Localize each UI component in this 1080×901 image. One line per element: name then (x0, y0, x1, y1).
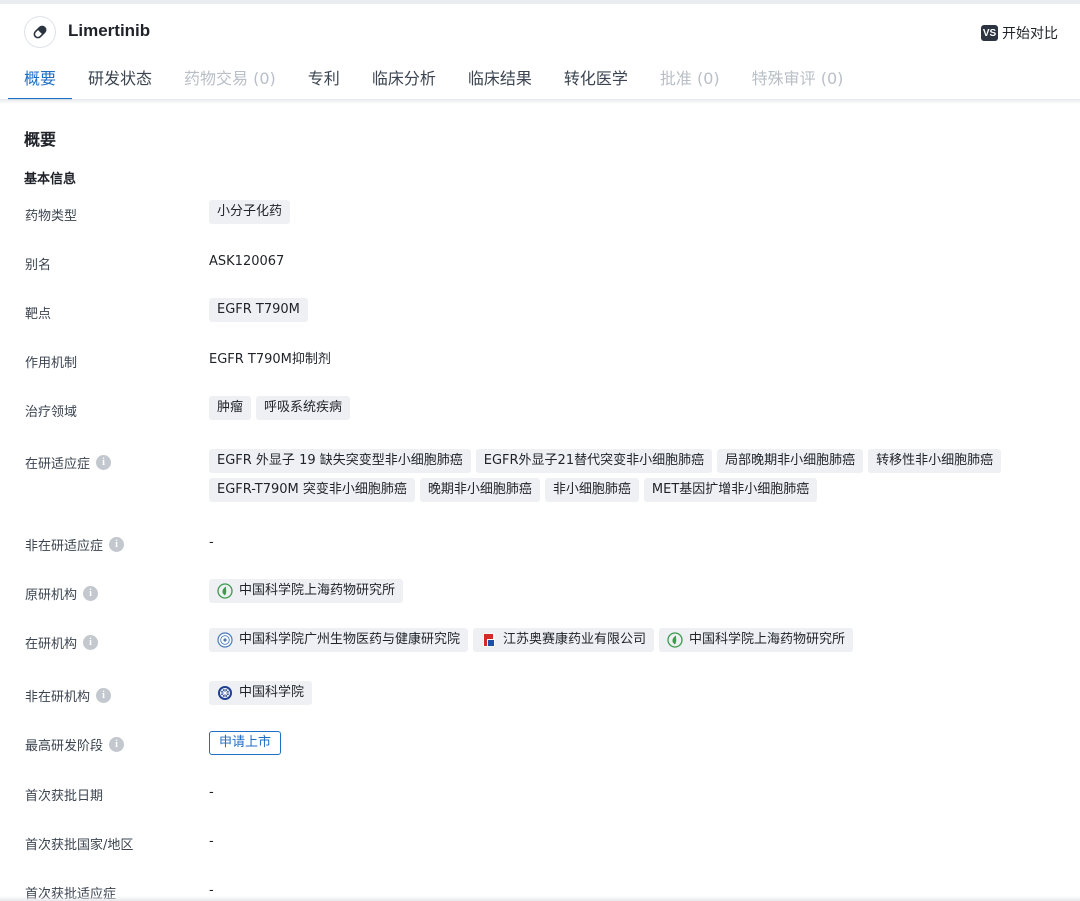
indication-tag[interactable]: 局部晚期非小细胞肺癌 (717, 449, 864, 473)
field-value: - (209, 785, 1059, 800)
indication-tag[interactable]: EGFR外显子21替代突变非小细胞肺癌 (475, 449, 713, 473)
field-label: 药物类型 (25, 209, 78, 224)
field-label-text: 非在研机构 (25, 690, 91, 705)
indication-tag[interactable]: MET基因扩增非小细胞肺癌 (643, 478, 818, 502)
field-value: EGFR T790M抑制剂 (209, 348, 1059, 367)
tab-deals[interactable]: 药物交易 (0) (168, 60, 292, 100)
leaf-logo-icon (217, 583, 233, 599)
field-label: 治疗领域 (25, 405, 78, 420)
indication-tag[interactable]: EGFR 外显子 19 缺失突变型非小细胞肺癌 (209, 449, 471, 473)
org-name: 中国科学院 (239, 685, 305, 700)
field-label: 靶点 (25, 307, 52, 322)
org-tag[interactable]: 中国科学院上海药物研究所 (209, 579, 404, 603)
field-value: 申请上市 (209, 731, 1059, 755)
field-value: 肿瘤 呼吸系统疾病 (209, 396, 1059, 420)
info-icon[interactable]: i (109, 737, 125, 752)
field-value: 中国科学院上海药物研究所 (209, 579, 1059, 603)
leaf-logo-icon (667, 632, 683, 648)
field-value: - (209, 834, 1059, 849)
tab-special-review[interactable]: 特殊审评 (0) (736, 60, 860, 100)
field-label: 别名 (25, 258, 52, 273)
field-label-text: 非在研适应症 (25, 539, 104, 554)
aosaikang-logo-icon (481, 632, 497, 648)
bottom-shadow (0, 896, 1080, 901)
info-icon[interactable]: i (83, 586, 99, 601)
org-name: 江苏奥赛康药业有限公司 (503, 632, 647, 647)
tab-bar-shadow (0, 99, 1080, 104)
field-value: EGFR T790M (209, 298, 1059, 322)
org-tag[interactable]: 中国科学院 (209, 681, 313, 705)
org-name: 中国科学院广州生物医药与健康研究院 (239, 632, 461, 647)
first-approval-date-value: - (209, 785, 214, 800)
org-tag[interactable]: 中国科学院上海药物研究所 (659, 628, 854, 652)
field-label: 非在研机构 i (25, 686, 112, 705)
first-approval-region-value: - (209, 834, 214, 849)
tab-clinical-analysis[interactable]: 临床分析 (356, 60, 452, 100)
cas-logo-icon (217, 685, 233, 701)
indication-tag[interactable]: 非小细胞肺癌 (544, 478, 639, 502)
indication-tag[interactable]: EGFR-T790M 突变非小细胞肺癌 (209, 478, 415, 502)
tab-bar: 概要 研发状态 药物交易 (0) 专利 临床分析 临床结果 转化医学 批准 (0… (8, 60, 859, 100)
info-icon[interactable]: i (96, 688, 112, 703)
drug-title: Limertinib (68, 21, 151, 40)
field-label: 作用机制 (25, 356, 78, 371)
info-icon[interactable]: i (96, 455, 112, 470)
field-label: 在研适应症 i (25, 453, 112, 472)
circle-seal-logo-icon (217, 632, 233, 648)
field-value: 中国科学院 (209, 681, 1059, 705)
field-value: ASK120067 (209, 254, 1059, 269)
mechanism-value[interactable]: EGFR T790M抑制剂 (209, 348, 331, 367)
tab-dev-status[interactable]: 研发状态 (72, 60, 168, 100)
pill-icon (24, 16, 56, 48)
inactive-indications-value: - (209, 535, 214, 550)
section-title: 概要 (24, 130, 57, 149)
field-label: 原研机构 i (25, 584, 99, 603)
field-label: 非在研适应症 i (25, 535, 125, 554)
field-label: 首次获批国家/地区 (25, 838, 134, 853)
start-compare-button[interactable]: VS 开始对比 (981, 23, 1058, 43)
tab-overview[interactable]: 概要 (8, 60, 73, 100)
info-icon[interactable]: i (109, 537, 125, 552)
org-tag[interactable]: 中国科学院广州生物医药与健康研究院 (209, 628, 469, 652)
org-name: 中国科学院上海药物研究所 (689, 632, 846, 647)
field-label-text: 最高研发阶段 (25, 739, 104, 754)
field-value: 中国科学院广州生物医药与健康研究院 江苏奥赛康药业有限公司 中国科学院上海药物研… (209, 628, 1059, 652)
basic-info-title: 基本信息 (24, 172, 77, 187)
tab-patents[interactable]: 专利 (292, 60, 356, 100)
tab-approvals[interactable]: 批准 (0) (644, 60, 736, 100)
field-label-text: 原研机构 (25, 588, 78, 603)
indication-tag[interactable]: 晚期非小细胞肺癌 (419, 478, 540, 502)
therapeutic-area-tag[interactable]: 肿瘤 (209, 396, 252, 420)
therapeutic-area-tag[interactable]: 呼吸系统疾病 (256, 396, 351, 420)
alias-value: ASK120067 (209, 254, 285, 269)
tab-translational[interactable]: 转化医学 (548, 60, 644, 100)
field-value: EGFR 外显子 19 缺失突变型非小细胞肺癌 EGFR外显子21替代突变非小细… (209, 449, 1059, 502)
page-header: Limertinib VS 开始对比 (0, 4, 1080, 60)
field-value: 小分子化药 (209, 200, 1059, 224)
field-label: 在研机构 i (25, 633, 99, 652)
field-label-text: 在研适应症 (25, 457, 91, 472)
org-tag[interactable]: 江苏奥赛康药业有限公司 (473, 628, 655, 652)
drug-type-tag[interactable]: 小分子化药 (209, 200, 291, 224)
field-label-text: 在研机构 (25, 637, 78, 652)
info-icon[interactable]: i (83, 635, 99, 650)
tab-clinical-results[interactable]: 临床结果 (452, 60, 548, 100)
phase-tag: 申请上市 (209, 731, 282, 755)
indication-tag[interactable]: 转移性非小细胞肺癌 (868, 449, 1002, 473)
vs-icon: VS (981, 25, 998, 41)
field-label: 最高研发阶段 i (25, 735, 125, 754)
start-compare-label: 开始对比 (1002, 26, 1058, 42)
org-name: 中国科学院上海药物研究所 (239, 583, 396, 598)
target-tag[interactable]: EGFR T790M (209, 298, 308, 322)
field-value: - (209, 535, 1059, 550)
field-label: 首次获批日期 (25, 789, 104, 804)
